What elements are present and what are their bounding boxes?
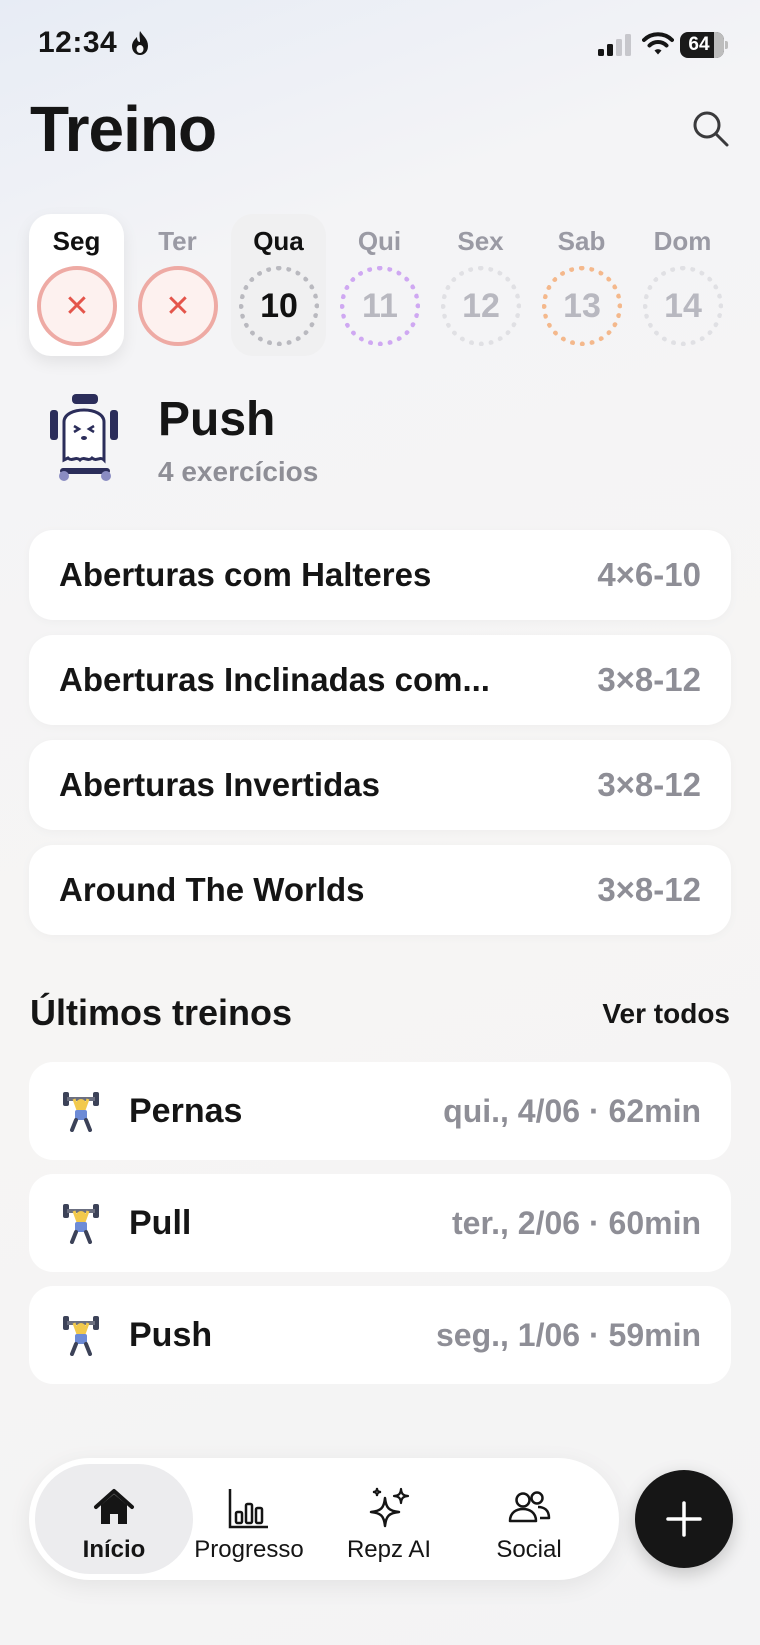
- exercise-card[interactable]: Aberturas Invertidas 3×8-12: [29, 740, 731, 830]
- ghost-mascot-icon: [50, 394, 118, 481]
- exercise-name: Aberturas com Halteres: [59, 556, 432, 593]
- tab-repz-ai[interactable]: Repz AI: [324, 1464, 454, 1574]
- wifi-icon: [642, 32, 674, 55]
- search-icon[interactable]: [690, 108, 730, 148]
- exercise-sets: 3×8-12: [597, 766, 701, 803]
- workout-name: Push: [158, 393, 276, 446]
- week-strip: Seg ✕ Ter ✕ Qua 10 Qui 11 Sex 12 Sab 13 …: [29, 214, 729, 356]
- exercise-sets: 3×8-12: [597, 871, 701, 908]
- tab-bar: Início Progresso Repz AI Social: [29, 1458, 619, 1580]
- page-title: Treino: [30, 93, 217, 165]
- exercise-sets: 3×8-12: [597, 661, 701, 698]
- tab-social[interactable]: Social: [464, 1464, 594, 1574]
- day-seg[interactable]: Seg ✕: [29, 214, 124, 356]
- recent-workout-meta: ter., 2/06 · 60min: [451, 1205, 701, 1241]
- recent-workout-meta: seg., 1/06 · 59min: [435, 1317, 701, 1353]
- exercise-count: 4 exercícios: [158, 456, 319, 487]
- exercise-name: Aberturas Inclinadas com...: [59, 661, 490, 698]
- flame-icon: [132, 31, 148, 55]
- status-bar: 12:34 64: [0, 0, 760, 90]
- add-workout-button[interactable]: [635, 1470, 733, 1568]
- day-dom[interactable]: Dom 14: [635, 214, 730, 356]
- tab-label: Repz AI: [346, 1536, 432, 1563]
- exercise-name: Aberturas Invertidas: [59, 766, 380, 803]
- weightlifter-icon: [63, 1204, 99, 1244]
- exercise-name: Around The Worlds: [59, 871, 365, 908]
- missed-day-x-icon: ✕: [37, 266, 117, 346]
- battery-level: 64: [688, 34, 710, 55]
- recent-workouts-title: Últimos treinos: [30, 992, 293, 1033]
- day-label: Qui: [357, 226, 402, 256]
- day-number: 10: [239, 266, 319, 346]
- weightlifter-icon: [63, 1316, 99, 1356]
- day-sex[interactable]: Sex 12: [433, 214, 528, 356]
- sparkles-icon: [369, 1487, 410, 1528]
- recent-workout-card[interactable]: Push seg., 1/06 · 59min: [29, 1286, 731, 1384]
- day-number: 13: [542, 266, 622, 346]
- tab-label: Início: [82, 1536, 146, 1563]
- recent-workout-card[interactable]: Pernas qui., 4/06 · 62min: [29, 1062, 731, 1160]
- day-label: Sab: [557, 226, 606, 256]
- recent-workout-name: Push: [129, 1316, 213, 1354]
- recent-workout-card[interactable]: Pull ter., 2/06 · 60min: [29, 1174, 731, 1272]
- tab-label: Social: [496, 1536, 562, 1563]
- day-label: Ter: [158, 226, 197, 256]
- day-label: Qua: [253, 226, 304, 256]
- tab-inicio[interactable]: Início: [35, 1464, 193, 1574]
- day-label: Sex: [457, 226, 504, 256]
- day-label: Dom: [653, 226, 712, 256]
- people-icon: [508, 1491, 551, 1523]
- exercise-card[interactable]: Aberturas com Halteres 4×6-10: [29, 530, 731, 620]
- day-number: 12: [441, 266, 521, 346]
- recent-workout-meta: qui., 4/06 · 62min: [443, 1093, 701, 1129]
- status-time: 12:34: [38, 26, 118, 59]
- day-sab[interactable]: Sab 13: [534, 214, 629, 356]
- see-all-link[interactable]: Ver todos: [602, 998, 730, 1030]
- plus-icon: [666, 1501, 702, 1537]
- tab-progresso[interactable]: Progresso: [184, 1464, 314, 1574]
- day-label: Seg: [52, 226, 101, 256]
- day-qui[interactable]: Qui 11: [332, 214, 427, 356]
- exercise-card[interactable]: Around The Worlds 3×8-12: [29, 845, 731, 935]
- home-icon: [94, 1489, 134, 1524]
- day-ter[interactable]: Ter ✕: [130, 214, 225, 356]
- recent-workout-name: Pernas: [129, 1092, 243, 1130]
- bar-chart-icon: [228, 1489, 268, 1529]
- recent-workout-name: Pull: [129, 1204, 192, 1242]
- day-number: 14: [643, 266, 723, 346]
- tab-label: Progresso: [194, 1536, 304, 1563]
- day-number: 11: [340, 266, 420, 346]
- missed-day-x-icon: ✕: [138, 266, 218, 346]
- battery-indicator: 64: [680, 32, 728, 58]
- signal-icon: [598, 34, 631, 56]
- exercise-sets: 4×6-10: [597, 556, 701, 593]
- weightlifter-icon: [63, 1092, 99, 1132]
- exercise-card[interactable]: Aberturas Inclinadas com... 3×8-12: [29, 635, 731, 725]
- day-qua[interactable]: Qua 10: [231, 214, 326, 356]
